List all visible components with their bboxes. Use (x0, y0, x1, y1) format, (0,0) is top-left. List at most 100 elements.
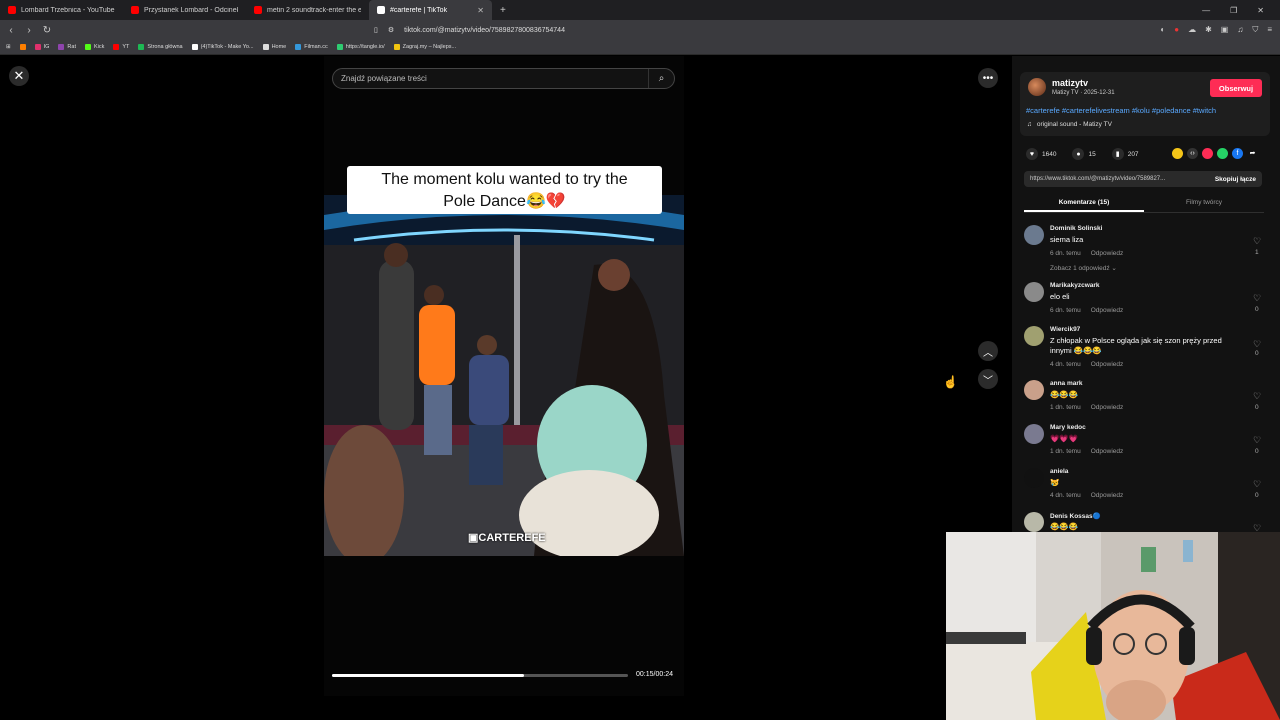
whatsapp-icon[interactable] (1217, 148, 1228, 159)
commenter-name[interactable]: anna mark (1050, 380, 1083, 387)
new-tab-button[interactable]: + (492, 5, 514, 16)
comment-like-icon[interactable]: ♡ (1253, 479, 1261, 490)
comment-like-icon[interactable]: ♡ (1253, 236, 1261, 247)
extension-icon[interactable]: ● (1174, 25, 1179, 35)
reply-link[interactable]: Odpowiedz (1091, 361, 1124, 368)
commenter-avatar[interactable] (1024, 225, 1044, 245)
extension-icon[interactable]: ☁ (1188, 25, 1196, 35)
shield-icon[interactable]: ⛉ (1252, 25, 1258, 35)
bookmark-item[interactable]: Rat (58, 44, 76, 50)
comment-meta: 6 dn. temu Odpowiedz (1050, 307, 1123, 314)
reload-icon[interactable]: ↻ (40, 25, 54, 36)
share-arrow-icon[interactable]: ➦ (1247, 148, 1258, 159)
facebook-icon[interactable]: f (1232, 148, 1243, 159)
tab-creator-videos[interactable]: Filmy twórcy (1144, 195, 1264, 212)
bookmark-item[interactable]: https://tangle.io/ (336, 44, 385, 50)
comment-like-icon[interactable]: ♡ (1253, 435, 1261, 446)
video-frame-image (324, 195, 684, 556)
video-progress-bar[interactable] (332, 674, 628, 677)
sound-name: original sound - Matizy TV (1036, 121, 1112, 128)
tab-comments[interactable]: Komentarze (15) (1024, 195, 1144, 212)
commenter-avatar[interactable] (1024, 282, 1044, 302)
close-video-button[interactable]: ✕ (9, 66, 29, 86)
commenter-name[interactable]: Denis Kossas🔵 (1050, 512, 1101, 520)
caption-line: Pole Dance😂💔 (443, 193, 566, 210)
forward-icon[interactable]: › (22, 25, 36, 36)
bookmark-item[interactable]: Zagraj.my – Najleps... (393, 44, 456, 50)
maximize-icon[interactable]: ❐ (1230, 6, 1237, 15)
follow-button[interactable]: Obserwuj (1210, 79, 1262, 97)
commenter-name[interactable]: Dominik Solinski (1050, 225, 1102, 232)
browser-tab-active[interactable]: #carterefe | TikTok ✕ (369, 0, 492, 20)
like-heart-icon[interactable]: ♥ (1026, 148, 1038, 160)
share-link-text: https://www.tiktok.com/@matizytv/video/7… (1030, 176, 1166, 182)
video-hashtags[interactable]: #carterefe #carterefelivestream #kolu #p… (1026, 106, 1216, 115)
bookmark-label: Rat (67, 44, 76, 50)
bookmark-item[interactable]: Strona główna (138, 44, 183, 50)
share-friends-icon[interactable] (1172, 148, 1183, 159)
share-link-field[interactable]: https://www.tiktok.com/@matizytv/video/7… (1024, 171, 1262, 187)
bookmark-item[interactable]: YT (113, 44, 129, 50)
comment-like-icon[interactable]: ♡ (1253, 339, 1261, 350)
bookmark-item[interactable]: Filman.cc (295, 44, 328, 50)
address-bar[interactable]: ▯ ⚙ tiktok.com/@matizytv/video/758982780… (374, 26, 874, 35)
comment-like-icon[interactable]: ♡ (1253, 293, 1261, 304)
music-icon[interactable]: ♫ (1237, 25, 1243, 35)
instagram-icon (34, 44, 41, 50)
related-search-input[interactable]: Znajdź powiązane treści ⌕ (332, 68, 675, 89)
reply-link[interactable]: Odpowiedz (1091, 448, 1124, 455)
bookmark-item[interactable]: Home (262, 44, 286, 50)
reply-link[interactable]: Odpowiedz (1091, 250, 1124, 257)
close-window-icon[interactable]: ✕ (1257, 6, 1264, 15)
copy-link-button[interactable]: Skopiuj łącze (1210, 175, 1262, 183)
video-player[interactable] (324, 195, 684, 556)
reply-link[interactable]: Odpowiedz (1091, 492, 1124, 499)
author-name[interactable]: matizytv (1052, 78, 1088, 88)
apps-icon[interactable]: ⊞ (6, 44, 11, 50)
minimize-icon[interactable]: — (1202, 6, 1210, 15)
browser-tab[interactable]: Lombard Trzebnica - YouTube (0, 0, 123, 20)
embed-icon[interactable]: ‹› (1187, 148, 1198, 159)
previous-video-button[interactable]: ︿ (978, 341, 998, 361)
commenter-avatar[interactable] (1024, 326, 1044, 346)
commenter-name[interactable]: Marikakyzcwark (1050, 282, 1100, 289)
commenter-avatar[interactable] (1024, 468, 1044, 488)
comment-text: siema liza (1050, 235, 1084, 244)
close-tab-icon[interactable]: ✕ (477, 6, 484, 15)
site-info-icon[interactable]: ⚙ (388, 26, 394, 34)
comment-icon[interactable]: ● (1072, 148, 1085, 160)
sound-row[interactable]: ♫ original sound - Matizy TV (1027, 121, 1112, 128)
commenter-avatar[interactable] (1024, 512, 1044, 532)
commenter-name[interactable]: aniela (1050, 468, 1068, 475)
browser-nav-bar: ‹ › ↻ ▯ ⚙ tiktok.com/@matizytv/video/758… (0, 20, 1280, 40)
browser-tab[interactable]: metin 2 soundtrack-enter the east - (246, 0, 369, 20)
author-avatar[interactable] (1028, 78, 1046, 96)
puzzle-icon[interactable]: ✱ (1205, 25, 1212, 35)
menu-icon[interactable]: ≡ (1267, 25, 1272, 35)
search-icon[interactable]: ⌕ (648, 69, 674, 88)
comment-like-icon[interactable]: ♡ (1253, 523, 1261, 532)
bookmark-icon[interactable]: ▮ (1111, 148, 1124, 160)
comment-time: 1 dn. temu (1050, 448, 1081, 455)
bookmark-item[interactable]: (4)TikTok - Make Yo... (191, 44, 254, 50)
commenter-avatar[interactable] (1024, 380, 1044, 400)
reply-link[interactable]: Odpowiedz (1091, 404, 1124, 411)
share-direct-icon[interactable] (1202, 148, 1213, 159)
browser-tab[interactable]: Przystanek Lombard - Odcinek 4. "Cz (123, 0, 246, 20)
bookmark-item[interactable]: Kick (84, 44, 104, 50)
more-options-button[interactable]: ••• (978, 68, 998, 88)
back-icon[interactable]: ‹ (4, 25, 18, 36)
extension-icon[interactable]: ◐ (1160, 25, 1165, 35)
commenter-name[interactable]: Mary kedoc (1050, 424, 1086, 431)
commenter-avatar[interactable] (1024, 424, 1044, 444)
sidebar-icon[interactable]: ▣ (1221, 25, 1229, 35)
bookmark-icon[interactable]: ▯ (374, 26, 378, 34)
comment-like-icon[interactable]: ♡ (1253, 391, 1261, 402)
view-replies-link[interactable]: Zobacz 1 odpowiedź ⌄ (1050, 264, 1117, 272)
next-video-button[interactable]: ﹀ (978, 369, 998, 389)
bookmark-item[interactable] (19, 44, 26, 50)
bookmark-item[interactable]: IG (34, 44, 49, 50)
commenter-name[interactable]: Wiercik97 (1050, 326, 1080, 333)
bookmark-label: Strona główna (147, 44, 183, 50)
reply-link[interactable]: Odpowiedz (1091, 307, 1124, 314)
